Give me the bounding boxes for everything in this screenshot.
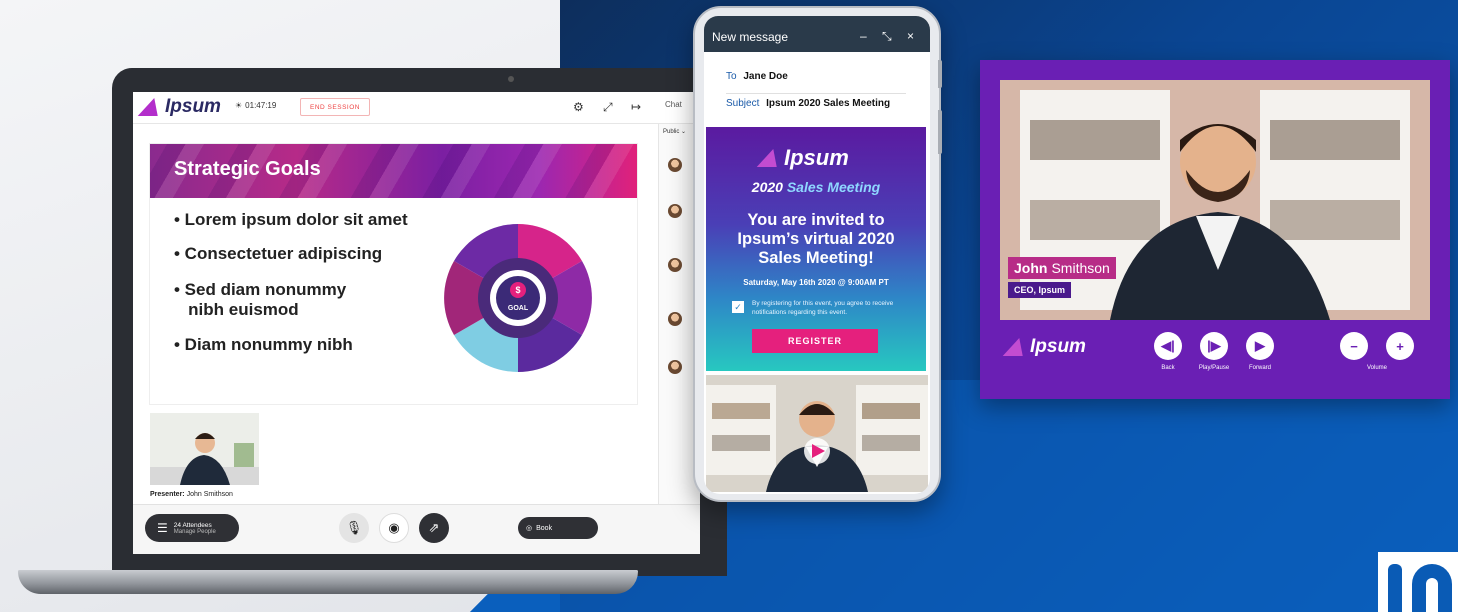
session-timer: ☀ 01:47:19: [235, 101, 276, 110]
speaker-last-name: Smithson: [1051, 260, 1110, 276]
avatar[interactable]: [668, 158, 682, 172]
speaker-first-name: John: [1014, 260, 1048, 276]
svg-text:$: $: [515, 285, 520, 295]
avatar[interactable]: [668, 258, 682, 272]
webinar-app-screen: Ipsum ☀ 01:47:19 END SESSION ⚙ ⤢ ↦ Chat …: [133, 92, 700, 554]
microphone-icon: 🎙: [345, 520, 363, 535]
presentation-slide: Strategic Goals • Lorem ipsum dolor sit …: [150, 144, 637, 404]
chat-public-dropdown[interactable]: Public ⌄: [663, 128, 686, 135]
invite-logo: Ipsum: [756, 145, 849, 171]
share-screen-icon: ⇗: [428, 520, 440, 535]
app-logo: Ipsum: [137, 96, 221, 118]
goal-wheel-graphic: $ GOAL: [444, 224, 592, 372]
invitation-card: Ipsum 2020 Sales Meeting You are invited…: [706, 127, 926, 371]
slide-title: Strategic Goals: [174, 158, 321, 180]
register-button[interactable]: REGISTER: [752, 329, 878, 353]
play-pause-icon: |▶: [1207, 338, 1221, 353]
speaker-title: CEO, Ipsum: [1008, 282, 1072, 298]
corner-brand-logo: [1378, 552, 1458, 612]
slide-bullet: • Sed diam nonummy nibh euismod: [174, 280, 347, 319]
volume-up-button[interactable]: +: [1386, 332, 1414, 360]
subject-label: Subject: [726, 98, 760, 109]
back-button[interactable]: ◀|: [1154, 332, 1182, 360]
player-logo-text: Ipsum: [1030, 336, 1086, 357]
avatar[interactable]: [668, 204, 682, 218]
laptop-camera: [508, 76, 514, 82]
avatar[interactable]: [668, 360, 682, 374]
consent-text: By registering for this event, you agree…: [752, 300, 894, 316]
forward-icon: ▶: [1255, 338, 1265, 353]
end-session-button[interactable]: END SESSION: [300, 98, 370, 116]
to-field[interactable]: To Jane Doe: [726, 71, 788, 82]
manage-people-label: Manage People: [173, 528, 216, 535]
phone-video-thumbnail[interactable]: [706, 375, 928, 492]
forward-label: Forward: [1248, 365, 1271, 371]
book-label: Book: [536, 524, 553, 532]
consent-checkbox[interactable]: ✓: [732, 301, 744, 313]
camera-button[interactable]: ◉: [379, 513, 409, 543]
presenter-name: John Smithson: [186, 491, 233, 498]
laptop-base: [18, 570, 638, 594]
phone-screen: New message – ⤡ × To Jane Doe Subject Ip…: [704, 16, 930, 494]
presenter-label-prefix: Presenter:: [150, 491, 185, 498]
expand-icon[interactable]: ⤢: [603, 100, 613, 115]
minus-icon: −: [1350, 338, 1358, 354]
slide-bullet: • Consectetuer adipiscing: [174, 244, 383, 263]
logo-mark-icon: [1002, 338, 1030, 356]
new-message-title: New message: [712, 30, 789, 44]
presenter-image: [150, 413, 259, 485]
wheel-center-label: GOAL: [508, 305, 529, 312]
gear-icon[interactable]: ⚙: [573, 100, 584, 114]
new-message-header: New message – ⤡ ×: [704, 16, 930, 52]
to-label: To: [726, 71, 737, 82]
screen-share-button[interactable]: ⇗: [419, 513, 449, 543]
slide-bullet: • Diam nonummy nibh: [174, 335, 353, 354]
tab-chat[interactable]: Chat: [665, 100, 682, 109]
invite-date: Saturday, May 16th 2020 @ 9:00AM PT: [743, 278, 889, 287]
logo-mark-icon: [137, 98, 165, 116]
speaker-name-plate: John Smithson: [1008, 257, 1116, 279]
invite-logo-text: Ipsum: [784, 145, 849, 170]
presenter-video[interactable]: [150, 413, 259, 485]
phone-side-button: [938, 60, 942, 88]
avatar[interactable]: [668, 312, 682, 326]
player-logo: Ipsum: [1002, 336, 1086, 358]
app-header: Ipsum ☀ 01:47:19 END SESSION ⚙ ⤢ ↦ Chat: [133, 92, 700, 124]
book-button[interactable]: ◎ Book: [518, 517, 598, 539]
slide-banner: Strategic Goals: [150, 144, 637, 198]
invite-event-suffix: Sales Meeting: [786, 179, 881, 195]
bottom-toolbar: ☰ 24 Attendees Manage People 🎙 ◉ ⇗ ◎ Boo…: [133, 504, 700, 554]
volume-label: Volume: [1366, 365, 1387, 371]
window-controls[interactable]: – ⤡ ×: [860, 29, 920, 44]
rewind-icon: ◀|: [1161, 338, 1175, 353]
to-value: Jane Doe: [743, 71, 788, 82]
plus-icon: +: [1396, 338, 1404, 354]
microphone-button[interactable]: 🎙: [339, 513, 369, 543]
webcam-icon: ◉: [388, 520, 400, 535]
timer-value: 01:47:19: [245, 101, 277, 110]
subject-value: Ipsum 2020 Sales Meeting: [766, 98, 891, 109]
timer-icon: ☀: [235, 101, 243, 110]
forward-button[interactable]: ▶: [1246, 332, 1274, 360]
manage-attendees-button[interactable]: ☰ 24 Attendees Manage People: [145, 514, 239, 542]
book-icon: ◎: [526, 525, 533, 532]
volume-down-button[interactable]: −: [1340, 332, 1368, 360]
logo-mark-icon: [756, 149, 784, 167]
phone-side-button: [938, 110, 942, 154]
subject-field[interactable]: Subject Ipsum 2020 Sales Meeting: [726, 93, 906, 109]
invite-event-name: 2020 Sales Meeting: [706, 179, 926, 195]
exit-icon[interactable]: ↦: [631, 100, 641, 114]
presenter-label: Presenter: John Smithson: [150, 491, 233, 498]
menu-icon: ☰: [157, 521, 168, 535]
back-label: Back: [1161, 365, 1175, 371]
phone-video-image: [706, 375, 928, 492]
play-pause-label: Play/Pause: [1198, 365, 1230, 371]
slide-bullet: • Lorem ipsum dolor sit amet: [174, 210, 408, 229]
video-player: John Smithson CEO, Ipsum Ipsum ◀| Back |…: [980, 60, 1450, 399]
app-logo-text: Ipsum: [165, 96, 221, 117]
invite-year: 2020: [751, 179, 783, 195]
play-pause-button[interactable]: |▶: [1200, 332, 1228, 360]
attendees-count: 24 Attendees: [173, 521, 212, 529]
invite-headline: You are invited to Ipsum’s virtual 2020 …: [737, 211, 895, 267]
